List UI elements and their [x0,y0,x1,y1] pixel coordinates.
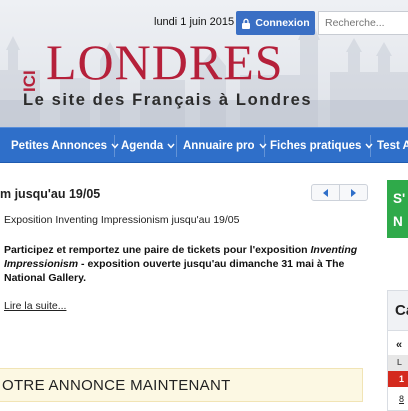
article-subtitle: Exposition Inventing Impressionism jusqu… [4,214,240,226]
svg-text:ICI: ICI [21,70,39,92]
widget-weekday-header: L [388,355,408,371]
nav-item-fiches-pratiques[interactable]: Fiches pratiques [270,128,373,163]
arrow-right-icon [351,188,356,197]
post-ad-label: OTRE ANNONCE MAINTENANT [2,376,231,394]
nav-label: Test A [377,139,408,152]
nav-item-agenda[interactable]: Agenda [121,128,175,163]
nav-label: Petites Annonces [11,139,108,152]
arrow-left-icon [323,188,328,197]
login-label: Connexion [255,17,310,29]
widget-day-link[interactable]: 8 [388,387,408,404]
nav-item-petites-annonces[interactable]: Petites Annonces [11,128,119,163]
site-tagline: Le site des Français à Londres [23,91,313,109]
nav-label: Agenda [121,139,164,152]
chevron-down-icon [167,143,175,149]
article-description: Participez et remportez une paire de tic… [4,243,360,285]
signup-promo-box[interactable]: S' N [387,180,408,238]
logo-ici: ICI [21,70,39,92]
promo-line: N [393,214,403,229]
chevron-down-icon [259,143,267,149]
nav-label: Fiches pratiques [270,139,362,152]
chevron-down-icon [111,143,119,149]
login-button[interactable]: Connexion [236,11,315,35]
desc-text: Participez et remportez une paire de tic… [4,244,311,256]
widget-title: Ca [388,291,408,331]
previous-button[interactable] [312,185,339,200]
calendar-widget: Ca « L 1 8 [387,290,408,411]
current-date: lundi 1 juin 2015 [154,16,235,28]
logo-londres[interactable]: LONDRES [46,37,284,87]
nav-label: Annuaire pro [183,139,255,152]
search-input[interactable] [318,11,408,35]
widget-highlight-day[interactable]: 1 [388,371,408,387]
nav-item-annuaire-pro[interactable]: Annuaire pro [183,128,267,163]
main-content: m jusqu'au 19/05 Exposition Inventing Im… [0,163,408,411]
main-navigation: Petites Annonces Agenda Annuaire pro Fic… [0,127,408,163]
read-more-link[interactable]: Lire la suite... [4,300,66,312]
promo-line: S' [393,191,406,206]
article-title[interactable]: m jusqu'au 19/05 [0,187,100,201]
nav-item-test[interactable]: Test A [377,128,408,163]
lock-icon [242,18,251,29]
carousel-pager [311,184,368,201]
next-button[interactable] [339,185,367,200]
post-ad-banner[interactable]: OTRE ANNONCE MAINTENANT [0,368,363,402]
site-header: lundi 1 juin 2015 Connexion ICI LONDRES … [0,0,408,127]
widget-prev-arrow[interactable]: « [388,331,408,351]
